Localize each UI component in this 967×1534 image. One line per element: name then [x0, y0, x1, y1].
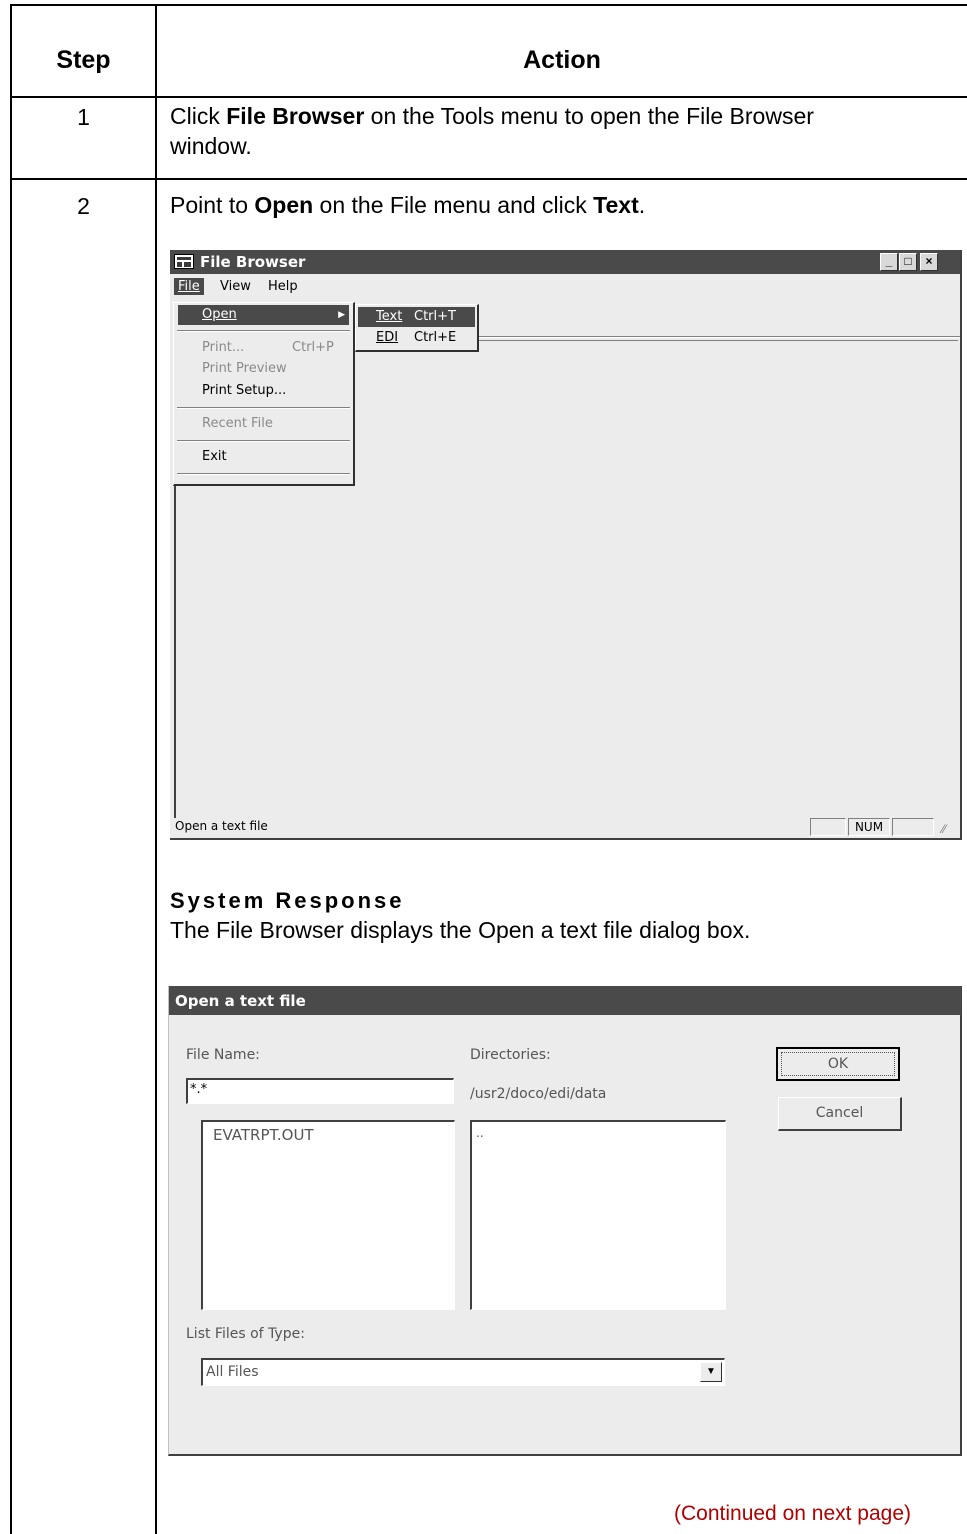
- cancel-button[interactable]: Cancel: [778, 1097, 902, 1131]
- toolbar-divider: [470, 336, 960, 338]
- file-type-select[interactable]: All Files ▼: [201, 1358, 725, 1386]
- instruction-text: window.: [170, 133, 252, 159]
- open-text-file-dialog: Open a text file File Name: *.* Director…: [168, 986, 962, 1456]
- menu-item-open[interactable]: Open ▶: [178, 305, 349, 325]
- menu-item-recent-file[interactable]: Recent File: [178, 414, 349, 434]
- action-column-header: Action: [523, 46, 601, 74]
- file-browser-window: File Browser _ □ × File View Help Open a…: [170, 250, 962, 840]
- ok-button[interactable]: OK: [776, 1047, 900, 1081]
- maximize-icon[interactable]: □: [899, 253, 917, 271]
- directory-path: /usr2/doco/edi/data: [470, 1086, 607, 1102]
- close-icon[interactable]: ×: [920, 253, 938, 271]
- status-text: Open a text file: [175, 819, 268, 833]
- directories-label: Directories:: [470, 1047, 551, 1063]
- step-column-header: Step: [56, 46, 111, 74]
- step-number: 1: [77, 104, 90, 130]
- instruction-text: on the Tools menu to open the File Brows…: [364, 103, 814, 129]
- file-list[interactable]: EVATRPT.OUT: [201, 1120, 455, 1310]
- status-bar: Open a text file NUM ⁄⁄: [170, 818, 960, 838]
- file-name-input[interactable]: *.*: [186, 1078, 454, 1104]
- instruction-bold: File Browser: [226, 103, 365, 129]
- menu-file[interactable]: File: [174, 278, 204, 295]
- menu-item-print-setup[interactable]: Print Setup...: [178, 381, 349, 401]
- submenu-item-edi[interactable]: EDI Ctrl+E: [358, 328, 475, 348]
- dialog-title-bar[interactable]: Open a text file: [169, 986, 961, 1015]
- instruction-bold: Text: [593, 192, 639, 218]
- system-response-heading: System Response: [170, 888, 405, 913]
- instruction-bold: Open: [254, 192, 314, 218]
- menu-item-print-preview[interactable]: Print Preview: [178, 359, 349, 379]
- open-submenu: Text Ctrl+T EDI Ctrl+E: [355, 304, 479, 352]
- instruction-text: .: [638, 192, 646, 218]
- list-item[interactable]: EVATRPT.OUT: [213, 1126, 314, 1144]
- file-menu-dropdown: Open ▶ Print... Ctrl+P Print Preview Pri…: [173, 302, 355, 486]
- menu-item-print[interactable]: Print... Ctrl+P: [178, 338, 349, 358]
- window-title-bar[interactable]: File Browser _ □ ×: [170, 250, 960, 274]
- step-1-instruction: Click File Browser on the Tools menu to …: [170, 101, 960, 161]
- num-lock-indicator: NUM: [848, 818, 890, 836]
- menu-item-exit[interactable]: Exit: [178, 447, 349, 467]
- resize-grip-icon[interactable]: ⁄⁄: [942, 822, 946, 836]
- list-files-of-type-label: List Files of Type:: [186, 1326, 305, 1342]
- system-response-text: The File Browser displays the Open a tex…: [170, 917, 751, 943]
- menu-help[interactable]: Help: [268, 279, 298, 294]
- chevron-down-icon[interactable]: ▼: [700, 1362, 722, 1382]
- submenu-arrow-icon: ▶: [338, 310, 345, 320]
- instruction-text: Point to: [170, 192, 255, 218]
- app-icon: [174, 254, 194, 269]
- menu-bar: File View Help: [170, 274, 960, 302]
- dialog-title: Open a text file: [175, 992, 306, 1010]
- step-number: 2: [77, 193, 90, 219]
- step-2-instruction: Point to Open on the File menu and click…: [170, 190, 960, 220]
- submenu-item-text[interactable]: Text Ctrl+T: [358, 307, 475, 327]
- directory-list[interactable]: ..: [470, 1120, 726, 1310]
- instruction-text: on the File menu and click: [313, 192, 594, 218]
- instruction-text: Click: [170, 103, 227, 129]
- status-pane: [810, 818, 846, 836]
- list-item[interactable]: ..: [476, 1126, 484, 1140]
- minimize-icon[interactable]: _: [880, 253, 898, 271]
- file-name-label: File Name:: [186, 1047, 260, 1063]
- window-title: File Browser: [200, 253, 306, 271]
- menu-view[interactable]: View: [220, 279, 251, 294]
- status-pane: [892, 818, 934, 836]
- continued-note: (Continued on next page): [674, 1502, 911, 1525]
